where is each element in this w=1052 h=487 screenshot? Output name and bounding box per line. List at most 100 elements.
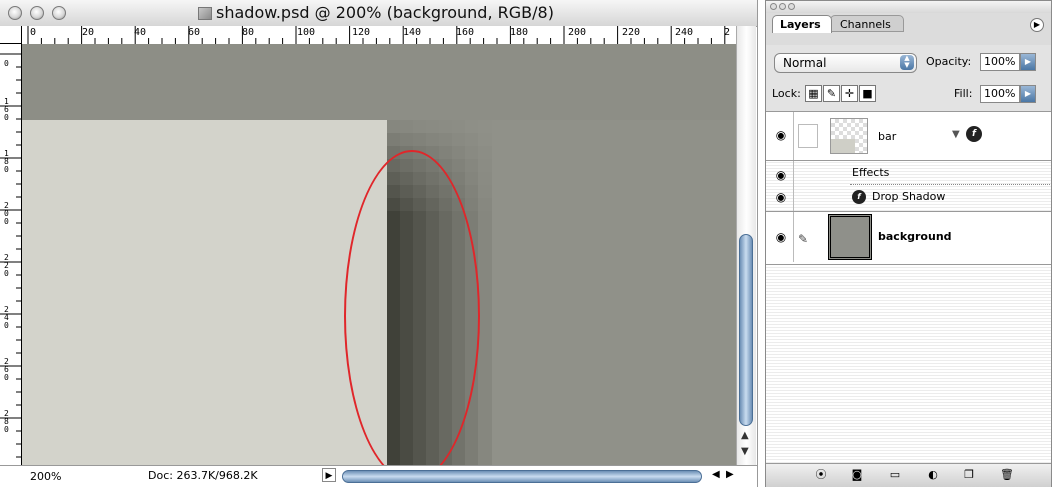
shadow-pixel bbox=[426, 289, 440, 303]
shadow-pixel bbox=[478, 146, 492, 160]
shadow-pixel bbox=[413, 250, 427, 264]
lock-image-pixels-icon[interactable]: ✎ bbox=[823, 85, 840, 102]
shadow-pixel bbox=[478, 276, 492, 290]
lock-position-icon[interactable]: ✛ bbox=[841, 85, 858, 102]
shadow-pixel bbox=[452, 458, 466, 465]
document-titlebar[interactable]: shadow.psd @ 200% (background, RGB/8) bbox=[0, 0, 757, 27]
add-mask-icon[interactable]: ◙ bbox=[848, 467, 866, 483]
effects-expand-triangle-icon[interactable]: ▼ bbox=[952, 129, 960, 140]
tab-channels[interactable]: Channels bbox=[830, 15, 904, 32]
shadow-pixel bbox=[426, 302, 440, 316]
vertical-ruler[interactable]: 0 1 6 0 1 8 0 2 0 0 2 2 0 2 4 0 2 6 0 2 … bbox=[0, 44, 22, 465]
shadow-pixel bbox=[426, 224, 440, 238]
eye-icon[interactable]: ◉ bbox=[770, 128, 792, 142]
palette-menu-arrow-icon[interactable]: ▶ bbox=[1030, 18, 1044, 32]
layer-name-bar[interactable]: bar bbox=[878, 130, 896, 143]
shadow-pixel bbox=[387, 354, 401, 368]
shadow-pixel bbox=[439, 159, 453, 173]
shadow-pixel bbox=[387, 146, 401, 160]
fill-slider-arrow-icon[interactable]: ▶ bbox=[1020, 85, 1036, 103]
scroll-up-arrow-icon[interactable]: ▲ bbox=[741, 430, 749, 441]
scroll-right-arrow-icon[interactable]: ▶ bbox=[726, 469, 734, 480]
row-divider bbox=[766, 264, 1051, 265]
layer-link-slot[interactable] bbox=[798, 124, 818, 148]
shadow-pixel bbox=[452, 315, 466, 329]
palette-close-button[interactable] bbox=[770, 3, 777, 10]
document-title: shadow.psd @ 200% (background, RGB/8) bbox=[216, 3, 554, 22]
palette-zoom-button[interactable] bbox=[788, 3, 795, 10]
image-canvas[interactable] bbox=[22, 44, 736, 465]
shadow-pixel bbox=[452, 198, 466, 212]
shadow-pixel bbox=[400, 393, 414, 407]
shadow-pixel bbox=[439, 393, 453, 407]
shadow-pixel bbox=[439, 328, 453, 342]
fill-label: Fill: bbox=[954, 87, 973, 100]
brush-icon[interactable]: ✎ bbox=[798, 232, 808, 246]
shadow-pixel bbox=[452, 419, 466, 433]
lock-transparent-pixels-icon[interactable]: ▦ bbox=[805, 85, 822, 102]
eye-icon[interactable]: ◉ bbox=[770, 190, 792, 204]
ruler-h-label: 2 bbox=[724, 27, 731, 38]
layer-name-background[interactable]: background bbox=[878, 230, 952, 243]
horizontal-ruler[interactable]: 0 20 40 60 80 100 120 140 160 180 200 22… bbox=[22, 26, 736, 45]
scroll-left-arrow-icon[interactable]: ◀ bbox=[712, 469, 720, 480]
horizontal-scroll-thumb[interactable] bbox=[342, 470, 702, 483]
shadow-pixel bbox=[478, 224, 492, 238]
shadow-pixel bbox=[387, 393, 401, 407]
status-menu-arrow-icon[interactable]: ▶ bbox=[322, 468, 336, 482]
eye-icon[interactable]: ◉ bbox=[770, 168, 792, 182]
zoom-window-button[interactable] bbox=[52, 6, 66, 20]
opacity-field[interactable]: 100% bbox=[980, 53, 1020, 71]
shadow-pixel bbox=[439, 302, 453, 316]
shadow-pixel bbox=[387, 224, 401, 238]
shadow-pixel bbox=[413, 237, 427, 251]
shadow-pixel bbox=[400, 146, 414, 160]
new-group-icon[interactable]: ▭ bbox=[886, 467, 904, 483]
shadow-pixel bbox=[478, 432, 492, 446]
scroll-down-arrow-icon[interactable]: ▼ bbox=[741, 446, 749, 457]
vertical-scrollbar[interactable]: ▲ ▼ bbox=[736, 26, 756, 465]
shadow-pixel bbox=[387, 185, 401, 199]
minimize-window-button[interactable] bbox=[30, 6, 44, 20]
trash-icon[interactable]: 🗑 bbox=[998, 467, 1016, 483]
shadow-pixel bbox=[426, 263, 440, 277]
bar-layer-thumbnail[interactable] bbox=[830, 118, 868, 154]
shadow-pixel bbox=[400, 328, 414, 342]
ruler-origin-corner[interactable] bbox=[0, 26, 22, 44]
new-layer-icon[interactable]: ❐ bbox=[960, 467, 978, 483]
opacity-slider-arrow-icon[interactable]: ▶ bbox=[1020, 53, 1036, 71]
shadow-pixel bbox=[439, 315, 453, 329]
document-proxy-icon[interactable] bbox=[198, 7, 212, 20]
effect-drop-shadow[interactable]: Drop Shadow bbox=[872, 190, 945, 203]
shadow-pixel bbox=[426, 237, 440, 251]
background-layer-thumbnail[interactable] bbox=[828, 214, 872, 260]
palette-minimize-button[interactable] bbox=[779, 3, 786, 10]
shadow-pixel bbox=[478, 133, 492, 147]
shadow-pixel bbox=[439, 263, 453, 277]
eye-icon[interactable]: ◉ bbox=[770, 230, 792, 244]
shadow-pixel bbox=[465, 198, 479, 212]
layer-effects-icon[interactable]: f bbox=[966, 126, 982, 142]
shadow-pixel bbox=[413, 380, 427, 394]
shadow-pixel bbox=[452, 185, 466, 199]
effects-label[interactable]: Effects bbox=[852, 166, 889, 179]
lock-all-icon[interactable]: ■ bbox=[859, 85, 876, 102]
shadow-pixel bbox=[387, 276, 401, 290]
shadow-pixel bbox=[400, 380, 414, 394]
shadow-pixel bbox=[439, 406, 453, 420]
zoom-level-field[interactable]: 200% bbox=[30, 470, 61, 483]
fill-field[interactable]: 100% bbox=[980, 85, 1020, 103]
shadow-pixel bbox=[400, 432, 414, 446]
shadow-pixel bbox=[387, 237, 401, 251]
shadow-pixel bbox=[387, 458, 401, 465]
close-window-button[interactable] bbox=[8, 6, 22, 20]
shadow-pixel bbox=[452, 432, 466, 446]
add-layer-style-icon[interactable]: ⦿ bbox=[812, 467, 830, 483]
tab-layers[interactable]: Layers bbox=[772, 15, 832, 33]
ruler-h-label: 0 bbox=[30, 27, 37, 38]
ruler-h-label: 60 bbox=[188, 27, 201, 38]
shadow-pixel bbox=[413, 263, 427, 277]
new-adjustment-layer-icon[interactable]: ◐ bbox=[924, 467, 942, 483]
blend-mode-select[interactable]: Normal ▲ ▼ bbox=[774, 53, 917, 73]
vertical-scroll-thumb[interactable] bbox=[739, 234, 753, 426]
